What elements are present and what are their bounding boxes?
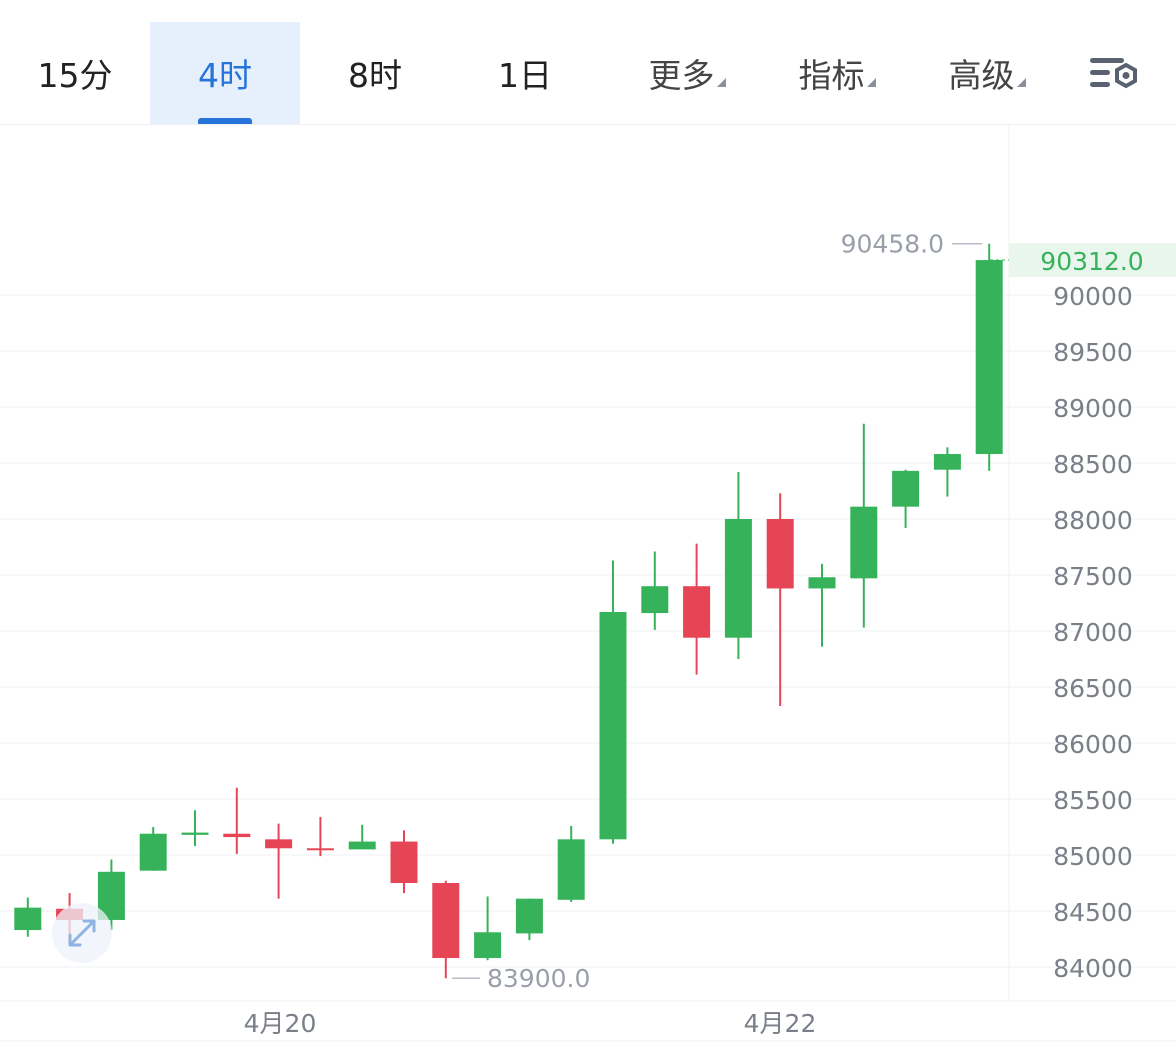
candle	[766, 493, 794, 707]
price-tick-label: 90000	[1053, 282, 1133, 311]
candle-body	[599, 611, 627, 840]
candle-body	[432, 883, 460, 959]
candle	[808, 563, 836, 647]
price-tick-label: 87000	[1053, 618, 1133, 647]
high-price-label: 90458.0	[841, 230, 944, 259]
dropdown-caret-icon	[866, 77, 876, 87]
price-tick-label: 89500	[1053, 338, 1133, 367]
candle-body	[850, 506, 878, 579]
price-tick-label: 88500	[1053, 450, 1133, 479]
candle-body	[933, 454, 961, 470]
candle	[724, 471, 752, 659]
candle-body	[139, 833, 167, 871]
candle-body	[641, 586, 669, 614]
time-tick-label: 4月22	[744, 1009, 817, 1038]
price-tick-label: 86500	[1053, 674, 1133, 703]
candle	[557, 825, 585, 903]
low-price-label: 83900.0	[487, 964, 590, 993]
expand-arrows-icon	[52, 903, 112, 963]
price-tick-label: 88000	[1053, 506, 1133, 535]
candle-body	[306, 848, 334, 851]
candle-body	[390, 841, 418, 883]
interval-tab-bar: 15分 4时 8时 1日 更多 指标 高级	[0, 0, 1176, 125]
indicators-dropdown[interactable]: 指标	[762, 22, 912, 124]
candle	[181, 810, 209, 847]
price-tick-label: 85500	[1053, 786, 1133, 815]
candle-body	[975, 260, 1003, 455]
chart-settings-button[interactable]	[1086, 52, 1142, 96]
candle-body	[683, 586, 711, 638]
active-tab-indicator	[198, 118, 252, 124]
candle-body	[766, 519, 794, 589]
last-price-label: 90312.0	[1040, 247, 1143, 276]
candle-body	[223, 833, 251, 838]
candle	[933, 447, 961, 497]
candlestick-chart[interactable]: 84000 84500 85000 85500 86000 86500 87000 87500…	[0, 125, 1176, 1050]
candle-body	[724, 519, 752, 638]
menu-label: 更多	[648, 56, 715, 95]
tab-label: 15分	[37, 56, 113, 95]
candles	[14, 243, 1003, 979]
tab-label: 4时	[198, 56, 252, 95]
price-axis: 84000 84500 85000 85500 86000 86500 87000 87500…	[1053, 282, 1133, 983]
candle	[223, 787, 251, 854]
price-tick-label: 86000	[1053, 730, 1133, 759]
candle	[683, 543, 711, 675]
candle-body	[181, 832, 209, 835]
candle	[14, 897, 42, 937]
menu-label: 高级	[948, 56, 1015, 95]
dropdown-caret-icon	[716, 77, 726, 87]
candle	[390, 830, 418, 894]
candle	[432, 880, 460, 979]
tab-label: 1日	[498, 56, 552, 95]
candle-body	[14, 907, 42, 931]
tab-label: 8时	[348, 56, 402, 95]
candle	[265, 823, 293, 899]
price-tick-label: 84000	[1053, 954, 1133, 983]
candle-body	[474, 932, 502, 959]
price-tick-label: 84500	[1053, 898, 1133, 927]
time-tick-label: 4月20	[244, 1009, 317, 1038]
candle	[850, 423, 878, 628]
candle-body	[515, 898, 543, 934]
candle	[348, 824, 376, 850]
menu-label: 指标	[798, 56, 865, 95]
candle	[641, 551, 669, 630]
chart-settings-icon	[1090, 58, 1137, 89]
more-dropdown[interactable]: 更多	[612, 22, 762, 124]
chart-canvas: 84000 84500 85000 85500 86000 86500 87000 87500…	[0, 125, 1176, 1042]
candle	[139, 827, 167, 871]
candle	[975, 243, 1003, 471]
candle-body	[808, 577, 836, 589]
candle	[474, 896, 502, 961]
candle-body	[265, 839, 293, 849]
candle-body	[348, 841, 376, 850]
candle	[515, 898, 543, 941]
price-tick-label: 87500	[1053, 562, 1133, 591]
candle	[599, 560, 627, 844]
candle-body	[557, 839, 585, 900]
tab-4h[interactable]: 4时	[150, 22, 300, 124]
time-axis: 4月20 4月22	[244, 1009, 817, 1038]
price-tick-label: 85000	[1053, 842, 1133, 871]
advanced-dropdown[interactable]: 高级	[912, 22, 1062, 124]
candle	[306, 816, 334, 857]
tab-15min[interactable]: 15分	[0, 22, 150, 124]
price-tick-label: 89000	[1053, 394, 1133, 423]
tab-1d[interactable]: 1日	[450, 22, 600, 124]
dropdown-caret-icon	[1016, 77, 1026, 87]
tab-8h[interactable]: 8时	[300, 22, 450, 124]
candle-body	[892, 470, 920, 507]
